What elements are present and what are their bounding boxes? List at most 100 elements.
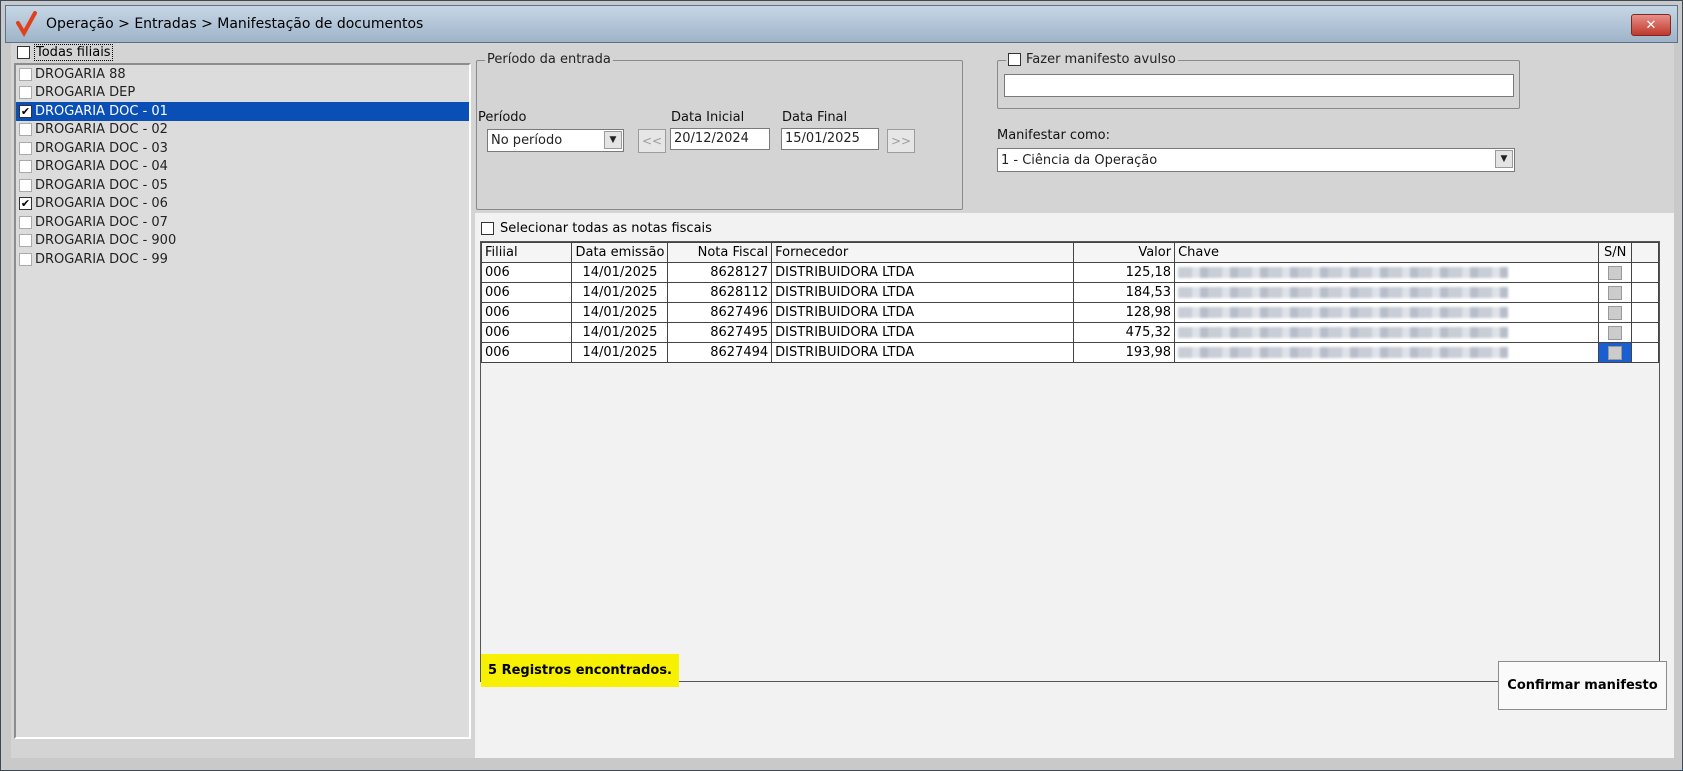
confirm-manifest-button[interactable]: Confirmar manifesto [1498, 661, 1667, 710]
branch-checkbox[interactable] [19, 86, 32, 100]
branch-label: DROGARIA 88 [35, 66, 126, 82]
cell-data-emissao: 14/01/2025 [571, 282, 669, 303]
table-row[interactable]: 006 14/01/2025 8628127 DISTRIBUIDORA LTDA 12… [480, 262, 1659, 283]
branch-item[interactable]: DROGARIA DOC - 900 [16, 232, 469, 251]
next-period-button[interactable]: >> [887, 129, 915, 153]
branch-label: DROGARIA DOC - 07 [35, 214, 168, 230]
avulso-label: Fazer manifesto avulso [1026, 52, 1176, 67]
cell-sn[interactable] [1598, 342, 1633, 363]
branch-checkbox[interactable]: ✔ [19, 197, 32, 211]
col-filial[interactable]: Filiial [480, 242, 573, 263]
prev-period-button[interactable]: << [638, 129, 666, 153]
sn-checkbox[interactable] [1608, 305, 1623, 320]
period-select[interactable]: No período ▼ [487, 129, 624, 152]
branch-checkbox[interactable] [19, 215, 32, 229]
branch-item[interactable]: ✔ DROGARIA DOC - 01 [16, 102, 469, 121]
end-date-input[interactable]: 15/01/2025 [781, 128, 879, 150]
col-nota-fiscal[interactable]: Nota Fiscal [667, 242, 773, 263]
redacted-key [1178, 267, 1509, 278]
title-bar[interactable]: Operação > Entradas > Manifestação de do… [5, 5, 1678, 43]
avulso-input[interactable] [1004, 74, 1514, 97]
branch-item[interactable]: DROGARIA DOC - 05 [16, 176, 469, 195]
select-all-notes[interactable]: Selecionar todas as notas fiscais [481, 221, 712, 236]
branch-list[interactable]: DROGARIA 88 DROGARIA DEP ✔ DROGARIA DOC - 0… [14, 63, 471, 739]
branch-item[interactable]: ✔ DROGARIA DOC - 06 [16, 195, 469, 214]
table-row[interactable]: 006 14/01/2025 8627495 DISTRIBUIDORA LTDA 47… [480, 322, 1659, 343]
chevron-down-icon[interactable]: ▼ [604, 131, 622, 149]
branch-checkbox[interactable] [19, 141, 32, 155]
avulso-checkbox[interactable] [1008, 53, 1021, 66]
branch-checkbox[interactable] [19, 160, 32, 174]
cell-nota-fiscal: 8627495 [667, 322, 773, 343]
avulso-toggle[interactable]: Fazer manifesto avulso [1006, 52, 1178, 67]
sn-checkbox[interactable] [1608, 285, 1623, 300]
all-branches-checkbox[interactable] [17, 45, 30, 59]
start-date-input[interactable]: 20/12/2024 [670, 128, 770, 150]
branch-checkbox[interactable] [19, 67, 32, 81]
cell-nota-fiscal: 8627496 [667, 302, 773, 323]
col-spacer [1631, 242, 1659, 263]
cell-sn[interactable] [1598, 322, 1633, 343]
cell-chave [1174, 322, 1600, 343]
branch-checkbox[interactable]: ✔ [19, 104, 32, 118]
select-all-checkbox[interactable] [481, 222, 494, 235]
all-branches-label: Todas filiais [34, 43, 113, 61]
cell-valor: 128,98 [1072, 302, 1176, 323]
branch-label: DROGARIA DOC - 99 [35, 251, 168, 267]
branch-item[interactable]: DROGARIA DOC - 07 [16, 213, 469, 232]
branch-item[interactable]: DROGARIA DEP [16, 84, 469, 103]
redacted-key [1178, 307, 1509, 318]
table-row[interactable]: 006 14/01/2025 8627494 DISTRIBUIDORA LTDA 19… [480, 342, 1659, 363]
cell-spacer [1631, 322, 1659, 343]
chevron-down-icon[interactable]: ▼ [1495, 150, 1513, 168]
branch-item[interactable]: DROGARIA DOC - 02 [16, 121, 469, 140]
branch-label: DROGARIA DOC - 04 [35, 159, 168, 175]
col-fornecedor[interactable]: Fornecedor [771, 242, 1074, 263]
branch-item[interactable]: DROGARIA DOC - 99 [16, 250, 469, 269]
branch-item[interactable]: DROGARIA DOC - 03 [16, 139, 469, 158]
close-button[interactable]: ✕ [1631, 14, 1671, 36]
branch-checkbox[interactable] [19, 123, 32, 137]
app-window: Operação > Entradas > Manifestação de do… [0, 0, 1683, 771]
branch-item[interactable]: DROGARIA DOC - 04 [16, 158, 469, 177]
cell-sn[interactable] [1598, 262, 1633, 283]
table-header-row: Filiial Data emissão Nota Fiscal Fornece… [480, 242, 1659, 263]
cell-filial: 006 [480, 322, 573, 343]
branch-checkbox[interactable] [19, 234, 32, 248]
cell-valor: 193,98 [1072, 342, 1176, 363]
window-title: Operação > Entradas > Manifestação de do… [46, 16, 424, 32]
manifest-as-value: 1 - Ciência da Operação [1001, 152, 1158, 168]
table-row[interactable]: 006 14/01/2025 8627496 DISTRIBUIDORA LTDA 12… [480, 302, 1659, 323]
cell-sn[interactable] [1598, 302, 1633, 323]
branch-checkbox[interactable] [19, 178, 32, 192]
manifest-as-select[interactable]: 1 - Ciência da Operação ▼ [997, 148, 1515, 172]
cell-valor: 184,53 [1072, 282, 1176, 303]
branch-checkbox[interactable] [19, 252, 32, 266]
branch-label: DROGARIA DOC - 01 [35, 103, 168, 119]
period-group-title: Período da entrada [485, 52, 613, 67]
redacted-key [1178, 347, 1509, 358]
cell-nota-fiscal: 8628112 [667, 282, 773, 303]
end-date-label: Data Final [782, 110, 848, 125]
branch-item[interactable]: DROGARIA 88 [16, 65, 469, 84]
cell-data-emissao: 14/01/2025 [571, 322, 669, 343]
col-sn[interactable]: S/N [1598, 242, 1633, 263]
col-data-emissao[interactable]: Data emissão [571, 242, 669, 263]
branch-label: DROGARIA DOC - 05 [35, 177, 168, 193]
col-valor[interactable]: Valor [1072, 242, 1176, 263]
all-branches-toggle[interactable]: Todas filiais [17, 43, 113, 61]
invoices-grid[interactable]: Filiial Data emissão Nota Fiscal Fornece… [480, 241, 1660, 682]
branch-label: DROGARIA DEP [35, 85, 136, 101]
close-icon: ✕ [1645, 17, 1657, 33]
col-chave[interactable]: Chave [1174, 242, 1600, 263]
cell-spacer [1631, 262, 1659, 283]
cell-sn[interactable] [1598, 282, 1633, 303]
sn-checkbox[interactable] [1608, 345, 1623, 360]
redacted-key [1178, 327, 1509, 338]
cell-valor: 475,32 [1072, 322, 1176, 343]
start-date-label: Data Inicial [671, 110, 745, 125]
table-row[interactable]: 006 14/01/2025 8628112 DISTRIBUIDORA LTDA 18… [480, 282, 1659, 303]
cell-filial: 006 [480, 342, 573, 363]
sn-checkbox[interactable] [1608, 265, 1623, 280]
sn-checkbox[interactable] [1608, 325, 1623, 340]
